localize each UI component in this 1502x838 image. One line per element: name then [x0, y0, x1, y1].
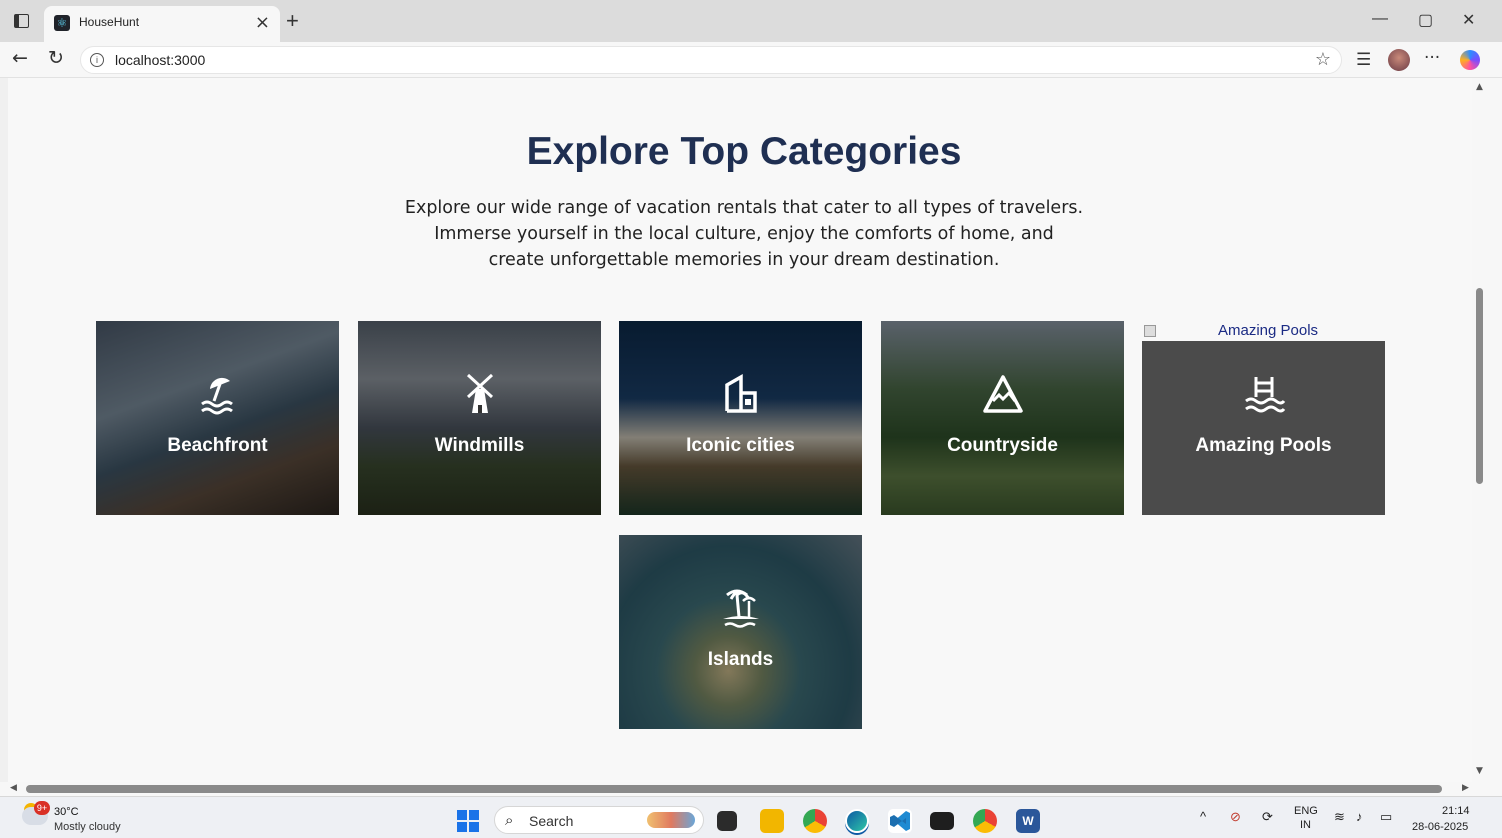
- sync-icon[interactable]: ⟳: [1262, 809, 1273, 825]
- tab-actions-icon[interactable]: [14, 14, 29, 28]
- network-blocked-icon[interactable]: ⊘: [1230, 809, 1241, 825]
- page-subtitle: Explore our wide range of vacation renta…: [404, 198, 1084, 270]
- chrome-icon[interactable]: [803, 809, 827, 833]
- palm-island-icon: [619, 585, 862, 631]
- scroll-down-arrow-icon[interactable]: ▼: [1476, 766, 1483, 776]
- volume-icon[interactable]: ♪: [1356, 809, 1363, 824]
- show-hidden-icons-chevron-icon[interactable]: ^: [1200, 809, 1206, 824]
- search-icon: ⌕: [505, 811, 514, 829]
- category-card-iconic-cities[interactable]: Iconic cities: [619, 321, 862, 515]
- profile-avatar[interactable]: [1388, 49, 1410, 71]
- windows-start-icon[interactable]: [457, 810, 479, 832]
- url-text[interactable]: localhost:3000: [115, 52, 205, 68]
- category-card-amazing-pools[interactable]: Amazing Pools Amazing Pools: [1142, 321, 1385, 515]
- terminal-icon[interactable]: [930, 812, 954, 830]
- beach-umbrella-icon: [96, 371, 339, 417]
- chrome-profile-icon[interactable]: [973, 809, 997, 833]
- new-tab-button[interactable]: +: [286, 8, 299, 34]
- page-title: Explore Top Categories: [526, 130, 962, 173]
- card-overlay: [881, 321, 1124, 515]
- clock-date[interactable]: 28-06-2025: [1412, 821, 1468, 833]
- page-viewport: Explore Top Categories Explore our wide …: [0, 78, 1472, 782]
- weather-badge: 9+: [34, 801, 50, 815]
- search-label: Search: [529, 813, 574, 829]
- mountain-icon: [881, 371, 1124, 417]
- category-card-countryside[interactable]: Countryside: [881, 321, 1124, 515]
- windmill-icon: [358, 371, 601, 417]
- taskbar-search[interactable]: ⌕ Search: [494, 806, 704, 834]
- file-explorer-icon[interactable]: [760, 809, 784, 833]
- minimize-button[interactable]: —: [1372, 10, 1388, 28]
- word-icon[interactable]: W: [1016, 809, 1040, 833]
- scroll-up-arrow-icon[interactable]: ▲: [1476, 82, 1483, 92]
- favorite-star-icon[interactable]: ☆: [1315, 49, 1331, 70]
- site-info-icon[interactable]: i: [90, 53, 104, 67]
- windows-taskbar: 9+ 30°C Mostly cloudy ⌕ Search W ^ ⊘ ⟳ E…: [0, 796, 1502, 838]
- vscode-icon[interactable]: [888, 809, 912, 833]
- card-overlay: [1142, 341, 1385, 515]
- task-view-icon[interactable]: [717, 811, 737, 831]
- category-card-windmills[interactable]: Windmills: [358, 321, 601, 515]
- close-window-button[interactable]: ✕: [1462, 10, 1475, 30]
- back-arrow-icon[interactable]: ←: [12, 47, 28, 69]
- horizontal-scrollbar[interactable]: ◀ ▶: [0, 782, 1502, 796]
- language-indicator-bottom[interactable]: IN: [1300, 819, 1311, 831]
- category-label: Countryside: [947, 435, 1058, 456]
- broken-image-icon: [1144, 325, 1156, 337]
- vertical-scrollbar[interactable]: ▲ ▼: [1472, 78, 1502, 782]
- card-overlay: [619, 535, 862, 729]
- copilot-icon[interactable]: [1460, 50, 1480, 70]
- wifi-icon[interactable]: ≋: [1334, 809, 1345, 825]
- category-card-beachfront[interactable]: Beachfront: [96, 321, 339, 515]
- card-overlay: [619, 321, 862, 515]
- broken-image-alt-text: Amazing Pools: [1218, 322, 1319, 339]
- weather-description: Mostly cloudy: [54, 821, 121, 833]
- react-favicon-icon: ⚛: [54, 15, 70, 31]
- edge-icon[interactable]: [845, 809, 869, 833]
- category-card-islands[interactable]: Islands: [619, 535, 862, 729]
- clock-time[interactable]: 21:14: [1442, 805, 1470, 817]
- reload-icon[interactable]: ↻: [48, 47, 64, 69]
- pool-icon: [1142, 371, 1385, 417]
- address-bar-row: ← ↻ i localhost:3000 ☆ ☰ ···: [0, 42, 1502, 78]
- horizontal-scroll-thumb[interactable]: [26, 785, 1442, 793]
- search-highlight-icon: [647, 812, 695, 828]
- card-overlay: [358, 321, 601, 515]
- category-label: Islands: [707, 649, 774, 670]
- card-overlay: [96, 321, 339, 515]
- language-indicator-top[interactable]: ENG: [1294, 805, 1318, 817]
- tab-title: HouseHunt: [79, 15, 140, 29]
- category-label: Beachfront: [167, 435, 268, 456]
- scroll-right-arrow-icon[interactable]: ▶: [1462, 783, 1469, 793]
- city-icon: [619, 371, 862, 417]
- browser-tab-bar: ⚛ HouseHunt × + — ▢ ✕: [0, 0, 1502, 42]
- category-label: Amazing Pools: [1195, 435, 1332, 456]
- category-label: Iconic cities: [686, 435, 795, 456]
- battery-icon[interactable]: ▭: [1380, 809, 1392, 825]
- maximize-button[interactable]: ▢: [1418, 10, 1433, 30]
- vertical-scroll-thumb[interactable]: [1476, 288, 1483, 484]
- weather-temperature: 30°C: [54, 806, 79, 818]
- tab-close-icon[interactable]: ×: [255, 12, 270, 33]
- category-label: Windmills: [434, 435, 525, 456]
- more-menu-icon[interactable]: ···: [1424, 48, 1440, 68]
- scroll-left-arrow-icon[interactable]: ◀: [10, 783, 17, 793]
- url-bar[interactable]: i localhost:3000 ☆: [80, 46, 1342, 74]
- browser-tab[interactable]: ⚛ HouseHunt ×: [44, 6, 280, 42]
- favorites-list-icon[interactable]: ☰: [1356, 50, 1371, 70]
